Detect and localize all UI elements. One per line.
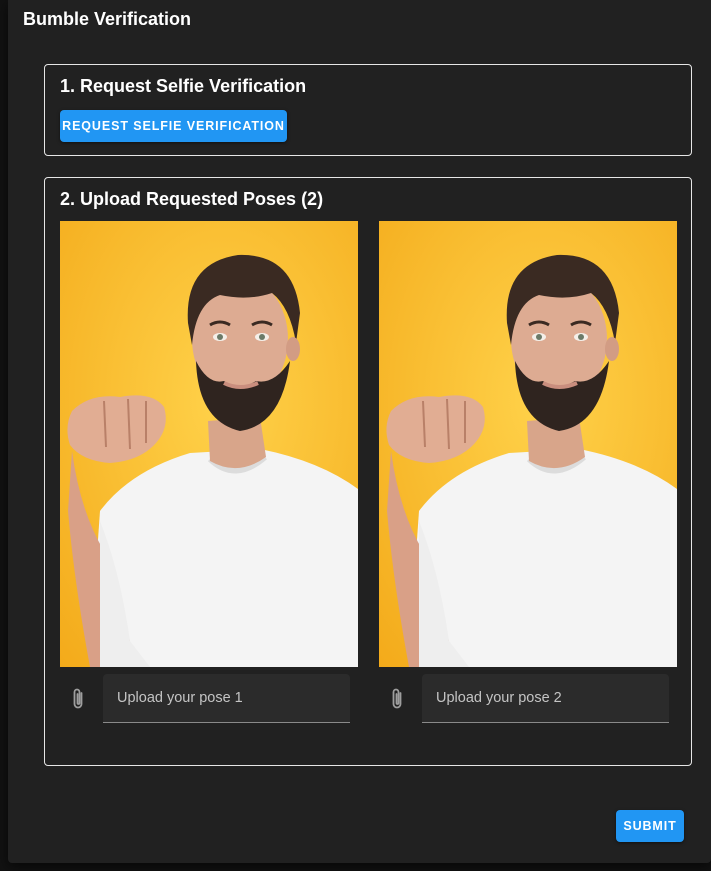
request-selfie-card: 1. Request Selfie Verification REQUEST S…	[44, 64, 692, 156]
pose-1	[60, 221, 358, 730]
pose-2-upload-row	[379, 674, 677, 730]
upload-poses-title: 2. Upload Requested Poses (2)	[60, 189, 324, 209]
submit-button[interactable]: SUBMIT	[616, 810, 684, 842]
pose-1-reference-photo	[60, 221, 358, 667]
pose-2-reference-photo	[379, 221, 677, 667]
pose-2	[379, 221, 677, 730]
paperclip-icon[interactable]	[69, 687, 87, 711]
pose-1-upload-input[interactable]	[103, 674, 350, 723]
request-selfie-verification-button[interactable]: REQUEST SELFIE VERIFICATION	[60, 110, 287, 142]
upload-poses-card: 2. Upload Requested Poses (2)	[44, 177, 692, 766]
pose-1-upload-row	[60, 674, 358, 730]
paperclip-icon[interactable]	[388, 687, 406, 711]
verification-dialog: Bumble Verification 1. Request Selfie Ve…	[8, 0, 711, 863]
dialog-title: Bumble Verification	[23, 9, 192, 29]
pose-2-upload-input[interactable]	[422, 674, 669, 723]
request-selfie-title: 1. Request Selfie Verification	[60, 76, 307, 96]
